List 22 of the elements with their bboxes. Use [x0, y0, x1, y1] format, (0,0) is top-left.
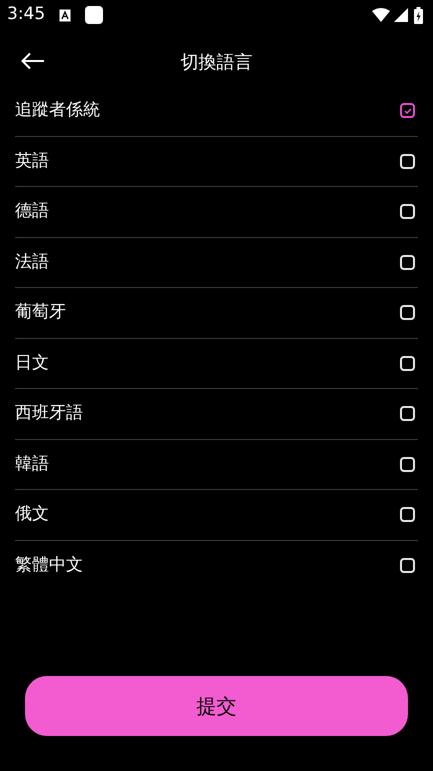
wifi-icon — [372, 8, 390, 22]
back-button[interactable] — [20, 50, 46, 72]
language-option[interactable]: 葡萄牙 — [15, 288, 418, 338]
keyboard-notification-icon — [59, 8, 72, 22]
language-option[interactable]: 西班牙語 — [15, 389, 418, 440]
language-option[interactable]: 英語 — [15, 136, 418, 187]
status-time: 3:45 — [7, 3, 46, 26]
signal-icon — [394, 8, 408, 22]
back-arrow-icon — [21, 52, 45, 70]
battery-icon — [414, 6, 423, 24]
checkbox[interactable] — [400, 103, 415, 118]
language-option[interactable]: 繁體中文 — [15, 540, 418, 591]
language-option[interactable]: 德語 — [15, 187, 418, 238]
language-option[interactable]: 俄文 — [15, 490, 418, 540]
check-icon — [404, 108, 412, 114]
language-option[interactable]: 日文 — [15, 338, 418, 389]
page-title: 切換語言 — [180, 50, 252, 74]
app-notification-icon — [85, 6, 104, 24]
submit-button[interactable]: 提交 — [25, 676, 408, 736]
language-option[interactable]: 韓語 — [15, 440, 418, 490]
language-option[interactable]: 法語 — [15, 238, 418, 288]
language-option[interactable]: 追蹤者係統 — [15, 86, 418, 136]
